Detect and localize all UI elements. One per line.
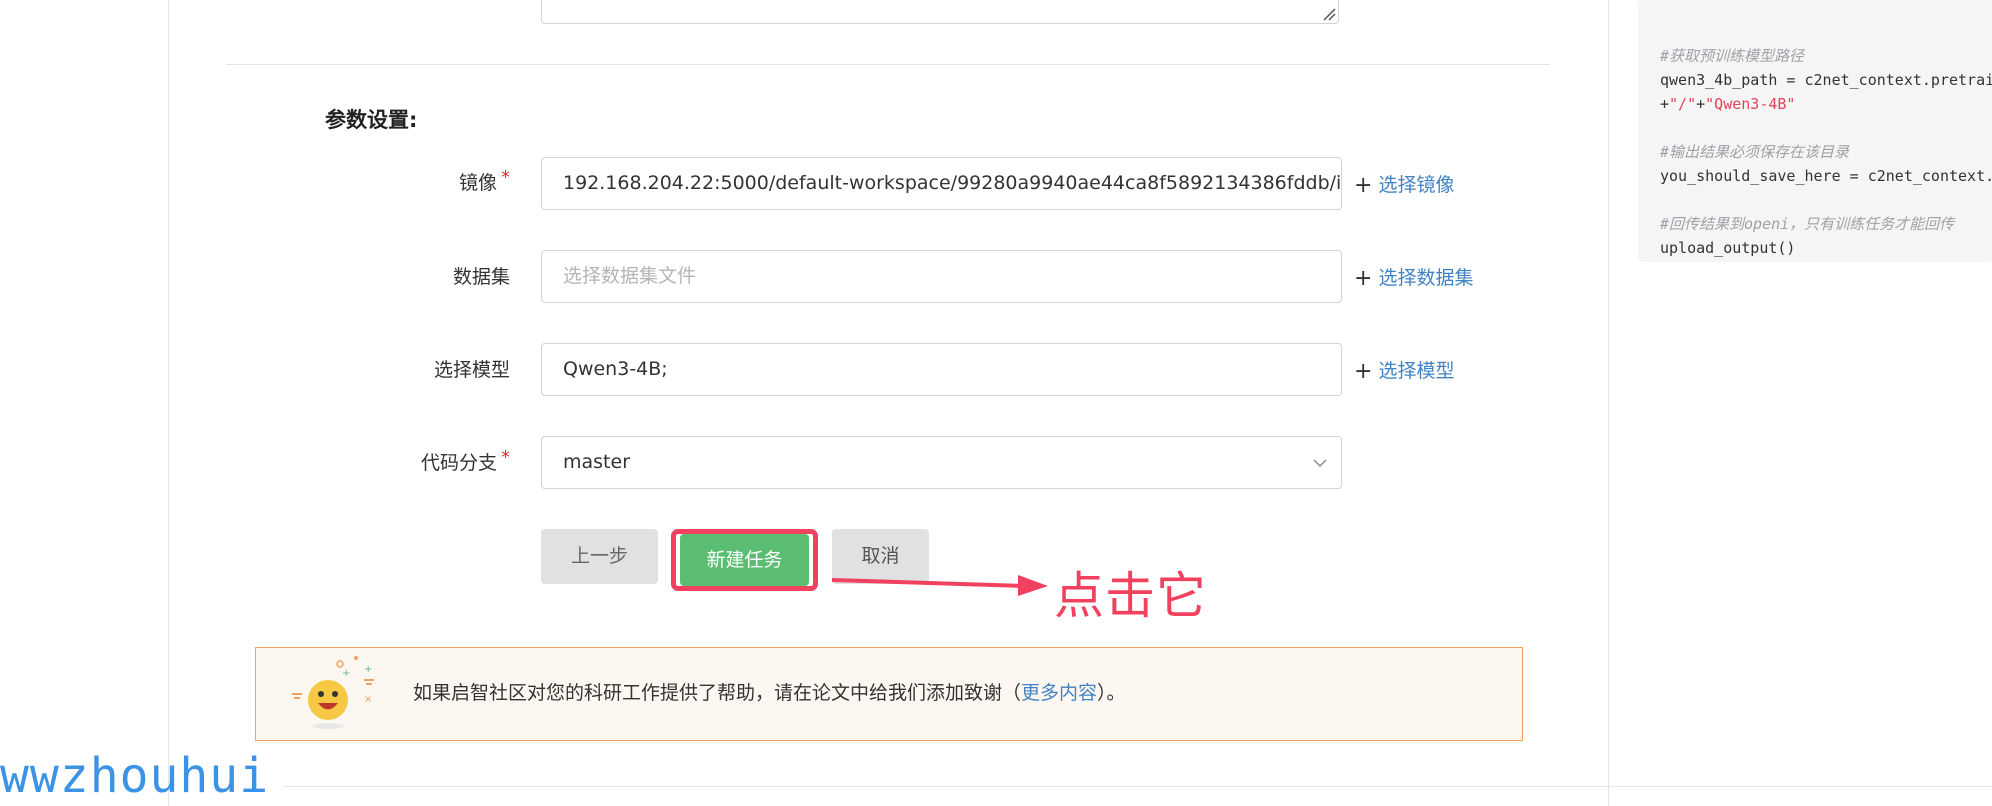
chevron-down-icon bbox=[1313, 459, 1327, 468]
create-task-button[interactable]: 新建任务 bbox=[680, 534, 809, 586]
plus-icon: + bbox=[1354, 359, 1373, 384]
branch-selected-value: master bbox=[563, 451, 631, 473]
svg-text:×: × bbox=[364, 694, 372, 705]
select-model-button[interactable]: + 选择模型 bbox=[1354, 356, 1455, 384]
branch-select[interactable]: master bbox=[541, 436, 1342, 489]
image-input[interactable]: 192.168.204.22:5000/default-workspace/99… bbox=[541, 157, 1342, 210]
resize-grip-icon[interactable] bbox=[1322, 7, 1336, 21]
section-title: 参数设置: bbox=[325, 108, 418, 132]
code-operator: + bbox=[1696, 95, 1706, 113]
select-model-label: 选择模型 bbox=[1378, 360, 1455, 382]
watermark: wwzhouhui bbox=[0, 748, 270, 804]
plus-icon: + bbox=[1354, 266, 1373, 291]
acknowledgement-notice: + + × 如果启智社区对您的科研工作提供了帮助，请在论文中给我们添加致谢（更多… bbox=[255, 647, 1523, 741]
code-sample-panel: #获取预训练模型路径 qwen3_4b_path = c2net_context.… bbox=[1638, 0, 1992, 262]
dataset-input[interactable]: 选择数据集文件 bbox=[541, 250, 1342, 303]
branch-label: 代码分支 * bbox=[350, 447, 510, 475]
code-operator: + bbox=[1660, 95, 1670, 113]
content-left-border bbox=[168, 0, 169, 806]
select-image-label: 选择镜像 bbox=[1378, 174, 1455, 196]
code-line: qwen3_4b_path = c2net_context.pretrai bbox=[1660, 71, 1992, 89]
notice-text: 如果启智社区对您的科研工作提供了帮助，请在论文中给我们添加致谢（更多内容）。 bbox=[413, 678, 1126, 705]
content-right-border bbox=[1608, 0, 1609, 806]
required-mark: * bbox=[501, 447, 510, 468]
model-label: 选择模型 bbox=[433, 359, 510, 381]
select-dataset-button[interactable]: + 选择数据集 bbox=[1354, 263, 1474, 291]
image-label-text: 镜像 bbox=[458, 172, 497, 194]
branch-label-text: 代码分支 bbox=[420, 452, 497, 474]
code-string: "Qwen3-4B" bbox=[1705, 95, 1796, 113]
svg-text:+: + bbox=[342, 668, 350, 679]
select-image-button[interactable]: + 选择镜像 bbox=[1354, 170, 1455, 198]
more-content-link[interactable]: 更多内容 bbox=[1021, 682, 1097, 704]
notice-text-after: ）。 bbox=[1097, 682, 1126, 704]
svg-text:+: + bbox=[364, 664, 372, 675]
notice-text-before: 如果启智社区对您的科研工作提供了帮助，请在论文中给我们添加致谢（ bbox=[413, 682, 1022, 704]
dataset-label: 数据集 bbox=[452, 266, 510, 288]
required-mark: * bbox=[501, 167, 510, 188]
select-dataset-label: 选择数据集 bbox=[1378, 267, 1474, 289]
plus-icon: + bbox=[1354, 173, 1373, 198]
code-comment: #获取预训练模型路径 bbox=[1660, 47, 1805, 65]
section-divider bbox=[226, 64, 1550, 65]
code-line: you_should_save_here = c2net_context. bbox=[1660, 167, 1992, 185]
code-line: upload_output() bbox=[1660, 239, 1796, 257]
footer-divider bbox=[284, 786, 1992, 787]
model-input[interactable]: Qwen3-4B; bbox=[541, 343, 1342, 396]
code-comment: #输出结果必须保存在该目录 bbox=[1660, 143, 1850, 161]
annotation-text: 点击它 bbox=[1054, 567, 1207, 625]
description-textarea[interactable] bbox=[541, 0, 1339, 24]
code-comment: #回传结果到openi，只有训练任务才能回传 bbox=[1660, 215, 1955, 233]
annotation-arrow-icon bbox=[831, 575, 1048, 596]
smiley-icon: + + × bbox=[292, 656, 374, 729]
code-string: "/" bbox=[1669, 95, 1697, 113]
code-line: +"/"+"Qwen3-4B" bbox=[1660, 92, 1992, 116]
image-label: 镜像 * bbox=[350, 167, 510, 195]
prev-step-button[interactable]: 上一步 bbox=[541, 529, 658, 584]
